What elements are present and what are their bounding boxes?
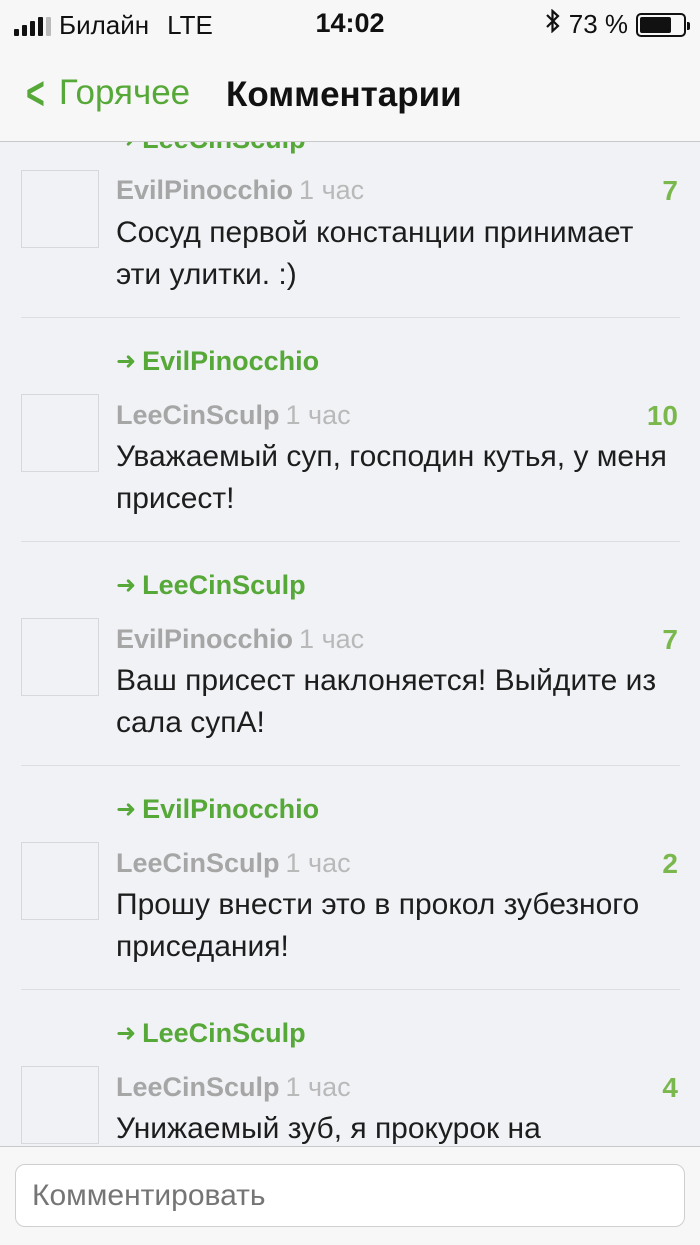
reply-to-link[interactable]: ➜ LeeCinSculp (116, 142, 306, 155)
comment-text: Унижаемый зуб, я прокурок на (116, 1112, 541, 1145)
avatar[interactable] (21, 170, 99, 248)
divider (21, 317, 680, 318)
comment-meta: EvilPinocchio 1 час (116, 624, 364, 655)
reply-arrow-icon: ➜ (116, 142, 136, 154)
comment-time: 1 час (285, 848, 351, 878)
comment-composer (0, 1146, 700, 1245)
comment-time: 1 час (299, 175, 365, 205)
comment-text: Ваш присест наклоняется! Выйдите из сала… (116, 664, 657, 739)
comment-meta: LeeCinSculp 1 час (116, 400, 351, 431)
comment-time: 1 час (285, 400, 351, 430)
reply-arrow-icon: ➜ (116, 572, 137, 599)
comment-score: 10 (646, 400, 678, 431)
comment-input[interactable] (15, 1164, 685, 1227)
comment-score: 7 (662, 175, 678, 206)
reply-arrow-icon: ➜ (116, 348, 137, 375)
back-label: Горячее (58, 73, 191, 112)
comment-author[interactable]: EvilPinocchio (116, 624, 293, 654)
avatar[interactable] (21, 842, 99, 920)
back-button[interactable]: < Горячее (22, 70, 190, 116)
divider (21, 989, 680, 990)
comment-text: Сосуд первой констанции принимает эти ул… (116, 216, 634, 291)
comment-score: 7 (662, 624, 678, 655)
bluetooth-icon (545, 8, 561, 40)
reply-arrow-icon: ➜ (116, 1020, 137, 1047)
page-title: Комментарии (226, 75, 462, 114)
battery-icon (636, 12, 690, 37)
comment-meta: EvilPinocchio 1 час (116, 175, 364, 206)
comment-author[interactable]: LeeCinSculp (116, 848, 280, 878)
comment-meta: LeeCinSculp 1 час (116, 848, 351, 879)
battery-percent: 73 % (568, 9, 628, 39)
comment-text: Уважаемый суп, господин кутья, у меня пр… (116, 440, 667, 515)
comment-score: 4 (662, 1072, 678, 1103)
reply-to-name: EvilPinocchio (142, 794, 320, 824)
chevron-left-icon: < (26, 67, 45, 119)
comment-time: 1 час (299, 624, 365, 654)
reply-to-link[interactable]: ➜ EvilPinocchio (116, 794, 319, 825)
avatar[interactable] (21, 1066, 99, 1144)
reply-arrow-icon: ➜ (116, 796, 137, 823)
comment-score: 2 (662, 848, 678, 879)
reply-to-name: LeeCinSculp (142, 570, 306, 600)
reply-to-name: LeeCinSculp (142, 142, 306, 155)
comment-author[interactable]: LeeCinSculp (116, 1072, 280, 1102)
comment-author[interactable]: LeeCinSculp (116, 400, 280, 430)
avatar[interactable] (21, 618, 99, 696)
reply-to-link[interactable]: ➜ LeeCinSculp (116, 570, 306, 601)
comments-feed[interactable]: ➜ LeeCinSculp EvilPinocchio1 час 7 Сосуд… (0, 142, 700, 1146)
reply-to-link[interactable]: ➜ LeeCinSculp (116, 1018, 306, 1049)
comment-meta: LeeCinSculp 1 час (116, 1072, 351, 1103)
reply-to-link[interactable]: ➜ EvilPinocchio (116, 346, 319, 377)
comment-time: 1 час (285, 1072, 351, 1102)
status-bar: Билайн LTE 14:02 73 % (0, 0, 700, 48)
status-right: 73 % (545, 8, 690, 40)
comment-text: Прошу внести это в прокол зубезного прис… (116, 888, 640, 963)
navigation-bar: < Горячее Комментарии (0, 48, 700, 142)
divider (21, 765, 680, 766)
comment-author[interactable]: EvilPinocchio (116, 175, 293, 205)
divider (21, 541, 680, 542)
reply-to-name: LeeCinSculp (142, 1018, 306, 1048)
avatar[interactable] (21, 394, 99, 472)
reply-to-name: EvilPinocchio (142, 346, 320, 376)
